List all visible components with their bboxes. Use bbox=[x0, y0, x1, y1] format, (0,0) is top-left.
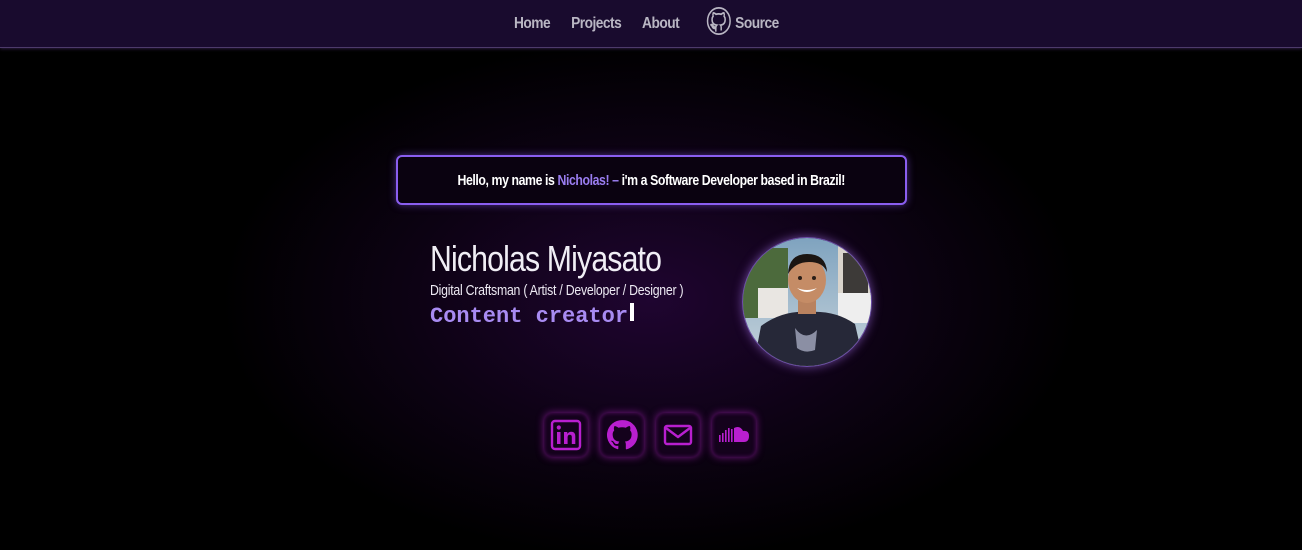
profile-name: Nicholas Miyasato bbox=[430, 238, 662, 279]
linkedin-icon bbox=[550, 419, 582, 451]
profile-subtitle: Digital Craftsman ( Artist / Developer /… bbox=[430, 282, 684, 299]
github-icon bbox=[606, 420, 638, 450]
soundcloud-icon bbox=[719, 427, 749, 442]
greeting-prefix: Hello, my name is bbox=[457, 171, 555, 189]
nav-home-link[interactable]: Home bbox=[514, 15, 551, 33]
social-links bbox=[544, 413, 756, 457]
nav-projects-link[interactable]: Projects bbox=[571, 15, 622, 33]
email-button[interactable] bbox=[656, 413, 700, 457]
typed-role: Content creator bbox=[430, 303, 635, 329]
soundcloud-button[interactable] bbox=[712, 413, 756, 457]
github-icon bbox=[706, 6, 732, 41]
typed-role-text: Content creator bbox=[430, 304, 629, 329]
nav-source-label: Source bbox=[735, 14, 780, 32]
typing-cursor bbox=[630, 303, 635, 321]
nav-source-link[interactable]: Source bbox=[706, 6, 780, 41]
greeting-dash: – bbox=[612, 171, 619, 189]
profile-photo bbox=[743, 238, 871, 366]
greeting-suffix: i'm a Software Developer based in Brazil… bbox=[621, 171, 846, 189]
greeting-text: Hello, my name is Nicholas! – i'm a Soft… bbox=[457, 171, 846, 189]
mail-icon bbox=[663, 424, 693, 446]
top-navbar: Home Projects About Source bbox=[0, 0, 1302, 48]
avatar bbox=[742, 237, 872, 367]
linkedin-button[interactable] bbox=[544, 413, 588, 457]
github-button[interactable] bbox=[600, 413, 644, 457]
nav-about-link[interactable]: About bbox=[642, 15, 680, 33]
greeting-banner: Hello, my name is Nicholas! – i'm a Soft… bbox=[396, 155, 907, 205]
greeting-name: Nicholas! bbox=[557, 171, 610, 189]
